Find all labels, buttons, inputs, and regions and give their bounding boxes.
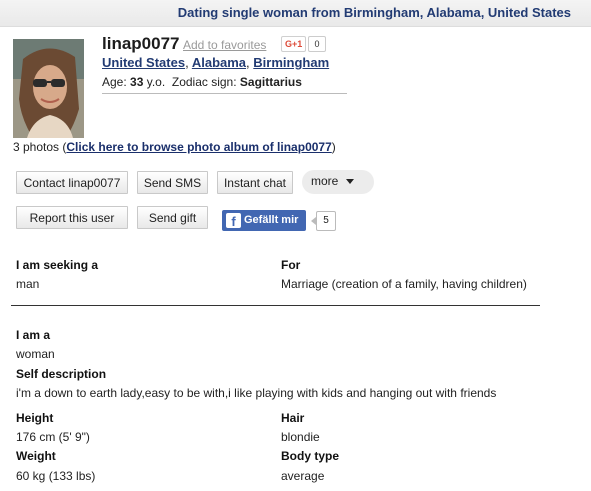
state-link[interactable]: Alabama [192,55,246,70]
weight-label: Weight [16,449,56,463]
more-label: more [311,174,339,188]
section-divider [11,305,540,306]
facebook-like-label: Gefällt mir [244,214,299,226]
i-am-value: woman [16,347,55,361]
profile-photo[interactable] [13,39,84,138]
body-type-label: Body type [281,449,340,463]
city-link[interactable]: Birmingham [253,55,329,70]
for-value: Marriage (creation of a family, having c… [281,277,527,291]
add-to-favorites-link[interactable]: Add to favorites [183,38,266,52]
location-separator: , [246,55,250,70]
instant-chat-button[interactable]: Instant chat [217,171,293,194]
height-label: Height [16,411,54,425]
photo-album-link[interactable]: Click here to browse photo album of lina… [66,140,331,154]
report-user-button[interactable]: Report this user [16,206,128,229]
contact-button[interactable]: Contact linap0077 [16,171,128,194]
facebook-icon: f [226,213,241,229]
body-type-value: average [281,469,325,483]
self-description-value: i'm a down to earth lady,easy to be with… [16,386,497,400]
i-am-label: I am a [16,328,51,342]
hair-label: Hair [281,411,305,425]
age-label: Age: [102,75,127,89]
seeking-value: man [16,277,40,291]
zodiac-value: Sagittarius [239,75,302,89]
more-dropdown[interactable]: more [302,170,374,194]
page-banner: Dating single woman from Birmingham, Ala… [0,0,591,27]
send-sms-button[interactable]: Send SMS [137,171,208,194]
age-value: 33 [130,75,144,89]
photos-count: 3 photos ( [13,140,67,154]
location-separator: , [185,55,189,70]
age-zodiac-line: Age: 33 y.o. Zodiac sign: Sagittarius [102,75,347,94]
seeking-label: I am seeking a [16,258,99,272]
send-gift-button[interactable]: Send gift [137,206,208,229]
profile-photo-image [13,39,84,138]
age-unit: y.o. [146,75,166,89]
username: linap0077 [102,34,180,53]
chevron-down-icon [346,179,355,185]
google-plus-button[interactable]: G+1 [281,36,307,52]
height-value: 176 cm (5' 9") [16,430,90,444]
location: United States, Alabama, Birmingham [102,55,329,70]
for-label: For [281,258,301,272]
google-plus-count: 0 [308,36,326,52]
facebook-like-count: 5 [311,211,336,231]
facebook-like-button[interactable]: f Gefällt mir [222,210,306,231]
country-link[interactable]: United States [102,55,185,70]
weight-value: 60 kg (133 lbs) [16,469,96,483]
zodiac-label: Zodiac sign: [171,75,237,89]
hair-value: blondie [281,430,320,444]
page-title: Dating single woman from Birmingham, Ala… [177,5,571,20]
self-description-label: Self description [16,367,107,381]
photos-close: ) [331,140,336,154]
photos-line: 3 photos (Click here to browse photo alb… [13,140,336,154]
